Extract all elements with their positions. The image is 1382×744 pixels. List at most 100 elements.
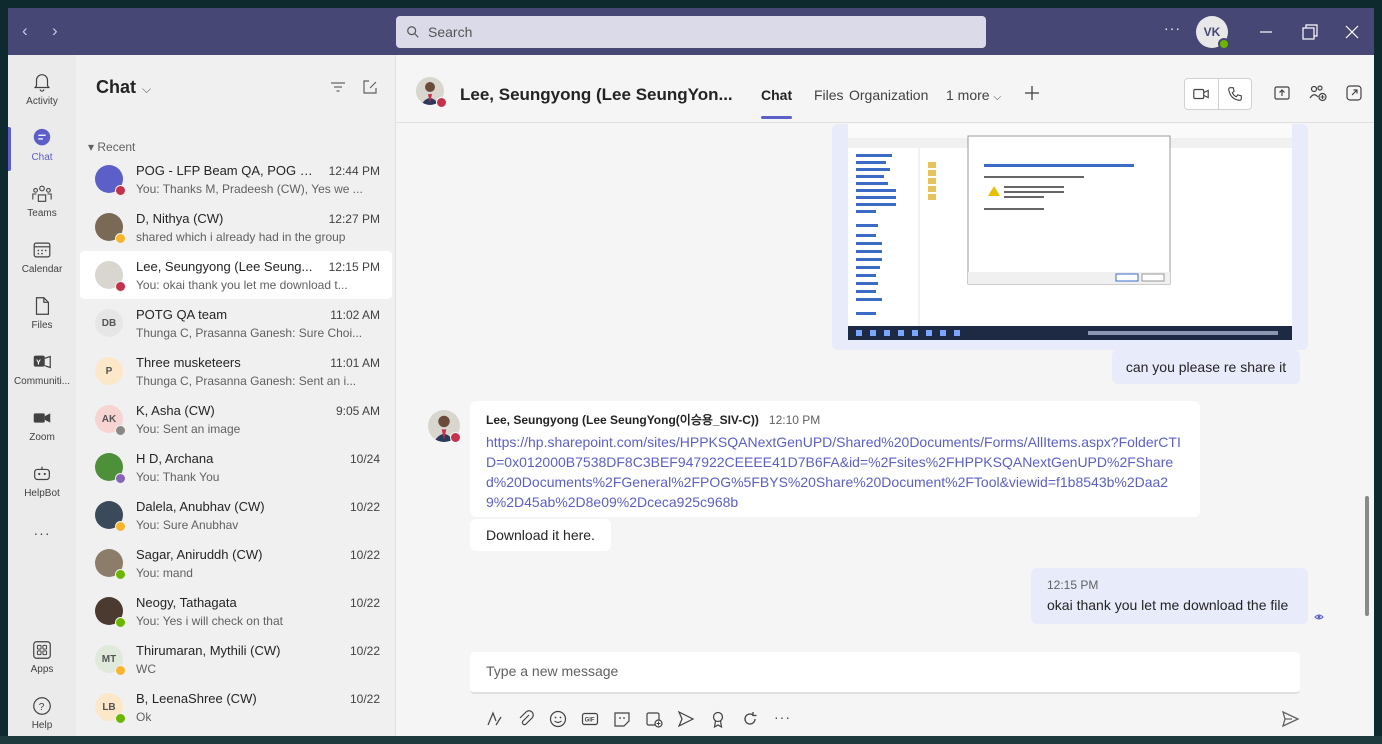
add-tab-icon[interactable]	[1022, 83, 1042, 103]
user-avatar[interactable]: VK	[1196, 16, 1230, 50]
chat-name: D, Nithya (CW)	[136, 211, 224, 226]
sender-name: Lee, Seungyong (Lee SeungYong(이승용_SIV-C)…	[486, 413, 759, 427]
pop-out-icon[interactable]	[1344, 83, 1364, 103]
search-icon	[407, 26, 419, 38]
video-call-button[interactable]	[1185, 79, 1218, 109]
rail-label: HelpBot	[24, 488, 60, 499]
rail-more-apps[interactable]: ···	[8, 517, 76, 573]
minimize-icon[interactable]	[1254, 20, 1278, 44]
chat-list-item[interactable]: MT Thirumaran, Mythili (CW) 10/22 WC	[80, 635, 392, 683]
rail-label: Calendar	[21, 264, 63, 275]
loop-icon[interactable]	[740, 709, 760, 729]
sharepoint-link[interactable]: https://hp.sharepoint.com/sites/HPPKSQAN…	[486, 432, 1184, 512]
title-bar: ‹ › ··· VK	[8, 8, 1374, 55]
audio-call-button[interactable]	[1217, 79, 1251, 109]
svg-text:GIF: GIF	[585, 718, 595, 724]
more-options-button[interactable]: ···	[1164, 20, 1181, 36]
tab-more[interactable]: 1 more ⌵	[946, 87, 1001, 103]
restore-icon[interactable]	[1298, 20, 1322, 44]
busy-status-icon	[436, 97, 447, 108]
share-screen-icon[interactable]	[1272, 83, 1292, 103]
chat-preview: You: Yes i will check on that	[136, 614, 283, 628]
incoming-message[interactable]: Lee, Seungyong (Lee SeungYong(이승용_SIV-C)…	[470, 401, 1200, 517]
filter-icon[interactable]	[328, 77, 348, 97]
my-last-message[interactable]: 12:15 PM okai thank you let me download …	[1031, 568, 1308, 624]
close-icon[interactable]	[1340, 20, 1364, 44]
chat-preview: WC	[136, 662, 156, 676]
rail-teams[interactable]: Teams	[8, 177, 76, 233]
contact-name[interactable]: Lee, Seungyong (Lee SeungYon...	[460, 85, 733, 105]
chat-time: 10/24	[349, 452, 380, 466]
schedule-meeting-icon[interactable]	[644, 709, 664, 729]
tab-organization[interactable]: Organization	[849, 87, 928, 103]
add-people-icon[interactable]	[1308, 83, 1328, 103]
new-chat-icon[interactable]	[360, 77, 380, 97]
rail-label: Zoom	[29, 432, 55, 443]
chat-preview: shared which i already had in the group	[136, 230, 346, 244]
message-text: Download it here.	[486, 527, 595, 543]
format-icon[interactable]	[484, 709, 504, 729]
more-options-icon[interactable]: ···	[774, 709, 791, 725]
rail-help[interactable]: ? Help	[8, 689, 76, 736]
rail-zoom[interactable]: Zoom	[8, 401, 76, 457]
recent-section-header[interactable]: ▾ Recent	[88, 140, 135, 154]
message-input[interactable]	[470, 652, 1250, 690]
image-message[interactable]	[832, 124, 1308, 350]
presence-status-icon	[115, 665, 126, 676]
my-message-bubble[interactable]: can you please re share it	[1112, 350, 1300, 384]
phone-icon	[1228, 87, 1242, 101]
chat-list-item[interactable]: Lee, Seungyong (Lee Seung... 12:15 PM You:…	[80, 251, 392, 299]
calendar-icon	[33, 242, 51, 258]
rail-files[interactable]: Files	[8, 289, 76, 345]
message-scrollbar[interactable]	[1365, 496, 1369, 616]
chat-list-item[interactable]: P Three musketeers 11:01 AM Thunga C, Prasa…	[80, 347, 392, 395]
rail-apps[interactable]: Apps	[8, 633, 76, 689]
teams-icon	[32, 185, 52, 202]
chat-name: K, Asha (CW)	[136, 403, 215, 418]
incoming-message-followup[interactable]: Download it here.	[470, 519, 611, 551]
chat-list-item[interactable]: Dalela, Anubhav (CW) 10/22 You: Sure Anubh…	[80, 491, 392, 539]
rail-chat[interactable]: Chat	[8, 121, 76, 177]
chat-list-item[interactable]: H D, Archana 10/24 You: Thank You	[80, 443, 392, 491]
rail-label: Communiti...	[13, 376, 71, 387]
chat-name: POTG QA team	[136, 307, 228, 322]
message-time: 12:15 PM	[1047, 578, 1099, 592]
tab-chat[interactable]: Chat	[761, 87, 793, 119]
chat-time: 10/22	[349, 596, 380, 610]
rail-label: Apps	[30, 664, 54, 675]
forward-button[interactable]: ›	[52, 22, 58, 40]
rail-helpbot[interactable]: HelpBot	[8, 457, 76, 513]
rail-communities[interactable]: Y Communiti...	[8, 345, 76, 401]
screenshot-image	[848, 124, 1292, 340]
chat-list-title[interactable]: Chat ⌵	[96, 77, 151, 98]
video-call-icon	[1193, 88, 1210, 100]
chat-list-item[interactable]: DB POTG QA team 11:02 AM Thunga C, Prasanna…	[80, 299, 392, 347]
message-text: can you please re share it	[1125, 359, 1287, 375]
back-button[interactable]: ‹	[22, 22, 28, 40]
chat-avatar: P	[95, 357, 123, 385]
gif-icon[interactable]: GIF	[580, 709, 600, 729]
send-icon[interactable]	[1280, 709, 1300, 729]
rail-calendar[interactable]: Calendar	[8, 233, 76, 289]
praise-icon[interactable]	[708, 709, 728, 729]
chat-list-item[interactable]: POG - LFP Beam QA, POG La... 12:44 PM You:…	[80, 155, 392, 203]
compose-box[interactable]	[470, 652, 1300, 694]
attach-icon[interactable]	[516, 709, 536, 729]
sticker-icon[interactable]	[612, 709, 632, 729]
send-later-icon[interactable]	[676, 709, 696, 729]
search-input[interactable]	[428, 24, 968, 40]
chat-list-item[interactable]: Neogy, Tathagata 10/22 You: Yes i will che…	[80, 587, 392, 635]
shared-screenshot[interactable]	[848, 124, 1292, 340]
search-bar[interactable]	[396, 16, 986, 48]
message-list: can you please re share it Lee, Seungyon…	[396, 124, 1374, 626]
chat-list-item[interactable]: D, Nithya (CW) 12:27 PM shared which i alr…	[80, 203, 392, 251]
presence-status-icon	[115, 233, 126, 244]
rail-activity[interactable]: Activity	[8, 65, 76, 121]
chat-list-item[interactable]: AK K, Asha (CW) 9:05 AM You: Sent an image	[80, 395, 392, 443]
chat-list-item[interactable]: Sagar, Aniruddh (CW) 10/22 You: mand	[80, 539, 392, 587]
chat-list-item[interactable]: LB B, LeenaShree (CW) 10/22 Ok	[80, 683, 392, 731]
chat-preview: Thunga C, Prasanna Ganesh: Sure Choi...	[136, 326, 363, 340]
tab-files[interactable]: Files	[814, 87, 844, 103]
emoji-icon[interactable]	[548, 709, 568, 729]
rail-label: Files	[31, 320, 53, 331]
